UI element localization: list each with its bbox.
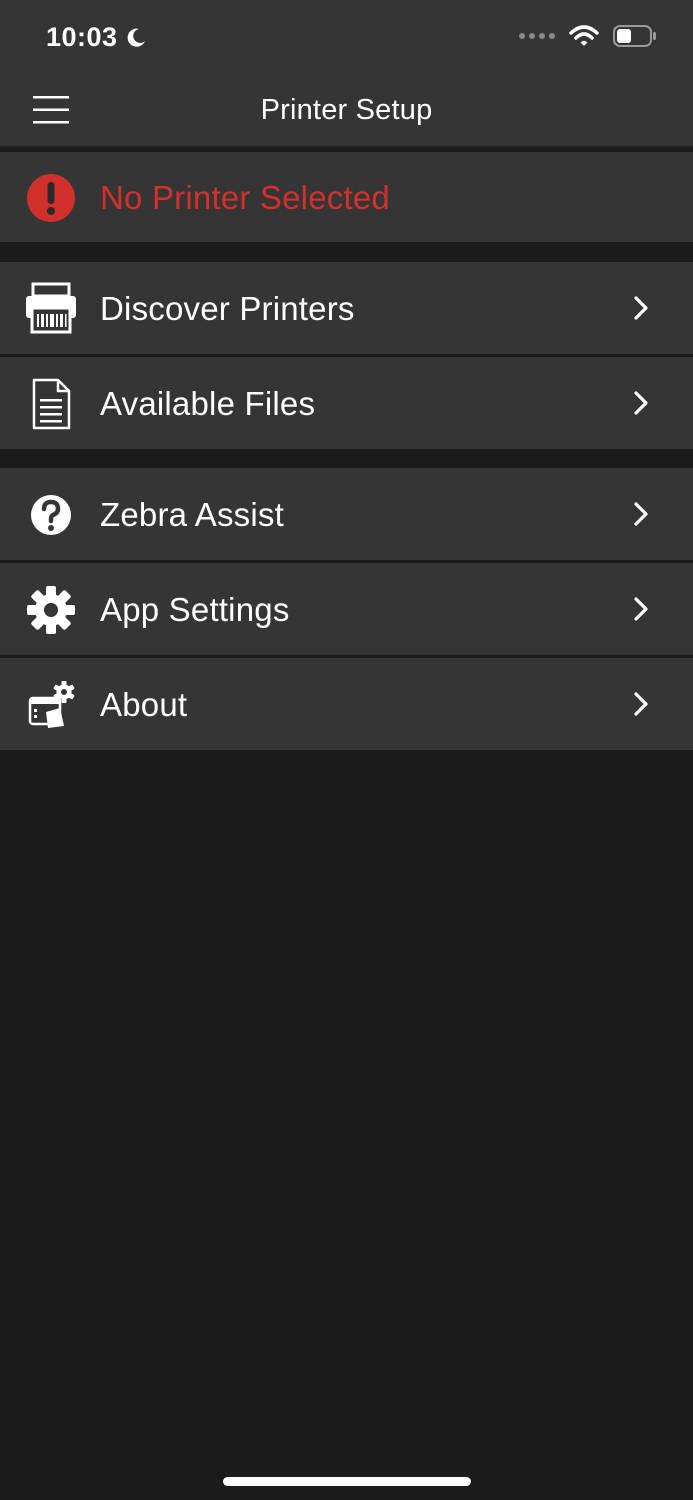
menu-item-label: Zebra Assist [100,496,284,533]
wifi-icon [569,25,599,46]
menu-item-label: About [100,686,188,723]
gear-icon [27,586,75,634]
menu-item-about[interactable]: About [0,658,693,750]
status-bar: 10:03 [0,0,693,72]
chevron-right-icon [634,391,648,415]
cellular-signal-icon [519,33,555,39]
printer-status-alert: No Printer Selected [0,152,693,242]
menu-item-app-settings[interactable]: App Settings [0,563,693,655]
menu-item-discover-printers[interactable]: Discover Printers [0,262,693,354]
menu-item-zebra-assist[interactable]: Zebra Assist [0,468,693,560]
chevron-right-icon [634,502,648,526]
help-icon [31,495,71,535]
moon-icon [127,28,145,47]
printer-icon [26,282,76,334]
navigation-bar: Printer Setup [0,72,693,148]
menu-item-available-files[interactable]: Available Files [0,357,693,449]
chevron-right-icon [634,296,648,320]
error-icon [27,174,75,222]
chevron-right-icon [634,692,648,716]
page-title: Printer Setup [260,94,433,126]
status-indicators [519,24,657,48]
screen: 10:03 Printer Setup No Printer Selected … [0,0,693,1500]
about-icon [28,681,75,728]
battery-icon [613,25,656,47]
home-indicator[interactable] [223,1477,471,1486]
status-time: 10:03 [46,22,148,53]
status-time-text: 10:03 [46,22,118,52]
menu-item-label: App Settings [100,591,290,628]
document-icon [32,378,71,430]
chevron-right-icon [634,597,648,621]
no-printer-selected-text: No Printer Selected [100,179,390,216]
menu-item-label: Discover Printers [100,290,355,327]
menu-item-label: Available Files [100,385,316,422]
